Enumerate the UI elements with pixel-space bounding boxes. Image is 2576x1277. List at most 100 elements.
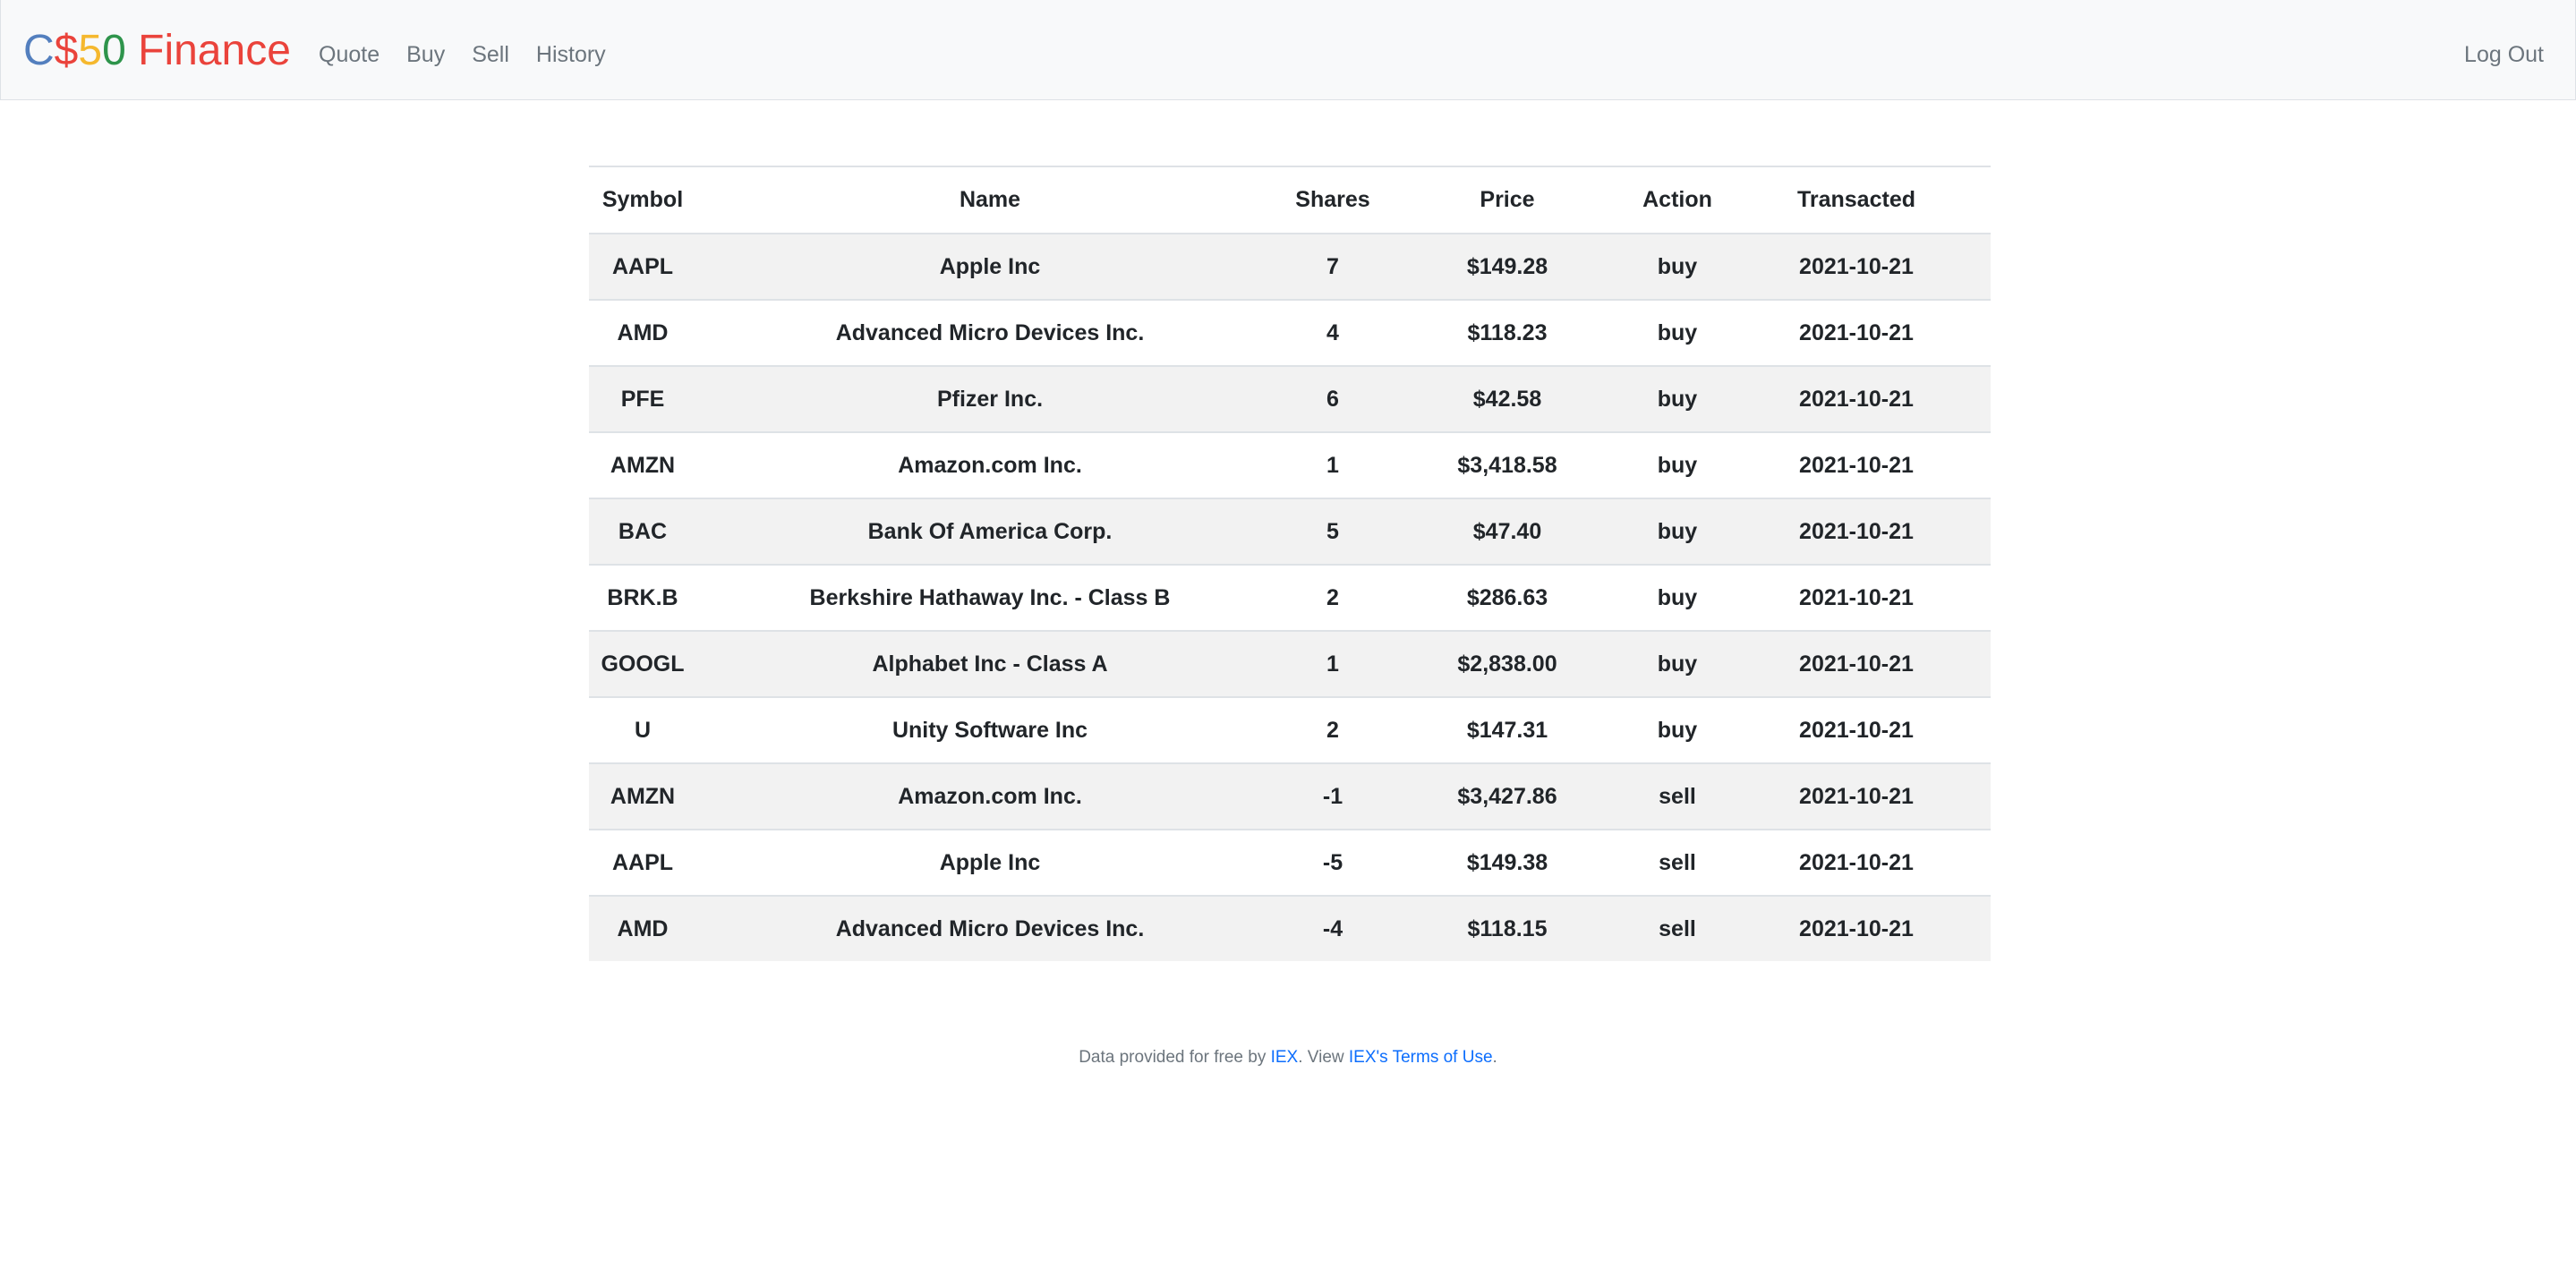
cell-price: $149.28 <box>1382 234 1633 301</box>
brand-part-finance: Finance <box>125 27 291 74</box>
footer: Data provided for free by IEX. View IEX'… <box>0 1045 2576 1070</box>
cell-symbol: AMD <box>589 300 696 367</box>
cell-price: $286.63 <box>1382 565 1633 632</box>
cell-name: Alphabet Inc - Class A <box>696 631 1284 698</box>
cell-transacted: 2021-10-21 <box>1722 565 1991 632</box>
cell-action: buy <box>1633 300 1722 367</box>
cell-price: $2,838.00 <box>1382 631 1633 698</box>
cell-action: buy <box>1633 498 1722 566</box>
cell-symbol: PFE <box>589 366 696 433</box>
cell-symbol: GOOGL <box>589 631 696 698</box>
cell-symbol: AMZN <box>589 432 696 499</box>
cell-symbol: AMZN <box>589 763 696 830</box>
cell-shares: 7 <box>1284 234 1382 301</box>
cell-action: buy <box>1633 432 1722 499</box>
cell-price: $118.15 <box>1382 896 1633 961</box>
cell-symbol: AMD <box>589 896 696 961</box>
table-row: AMD Advanced Micro Devices Inc. 4 $118.23 bu… <box>589 300 1991 367</box>
cell-transacted: 2021-10-21 <box>1722 366 1991 433</box>
cell-shares: 6 <box>1284 366 1382 433</box>
table-row: BRK.B Berkshire Hathaway Inc. - Class B 2 $… <box>589 565 1991 632</box>
cell-shares: -5 <box>1284 830 1382 897</box>
cell-price: $42.58 <box>1382 366 1633 433</box>
cell-symbol: AAPL <box>589 234 696 301</box>
iex-link[interactable]: IEX <box>1271 1048 1299 1067</box>
table-row: AMD Advanced Micro Devices Inc. -4 $118.15 s… <box>589 896 1991 961</box>
cell-action: sell <box>1633 830 1722 897</box>
brand-part-5: 5 <box>78 27 103 74</box>
cell-name: Pfizer Inc. <box>696 366 1284 433</box>
brand-part-dollar: $ <box>54 27 79 74</box>
cell-action: sell <box>1633 896 1722 961</box>
iex-terms-link[interactable]: IEX's Terms of Use <box>1349 1048 1493 1067</box>
cell-symbol: BRK.B <box>589 565 696 632</box>
cell-price: $3,427.86 <box>1382 763 1633 830</box>
table-row: BAC Bank Of America Corp. 5 $47.40 buy 2021-1… <box>589 498 1991 566</box>
brand-part-c: C <box>23 27 55 74</box>
nav-link-quote[interactable]: Quote <box>319 40 380 69</box>
cell-shares: 1 <box>1284 432 1382 499</box>
footer-middle: . View <box>1298 1048 1349 1067</box>
history-table-container: Symbol Name Shares Price Action Transact… <box>589 166 1991 961</box>
logout-link[interactable]: Log Out <box>2464 40 2544 69</box>
cell-action: buy <box>1633 697 1722 764</box>
nav-links: Quote Buy Sell History <box>319 40 633 69</box>
cell-shares: 2 <box>1284 697 1382 764</box>
footer-suffix: . <box>1492 1048 1497 1067</box>
cell-transacted: 2021-10-21 <box>1722 631 1991 698</box>
table-header: Symbol Name Shares Price Action Transact… <box>589 166 1991 234</box>
cell-name: Amazon.com Inc. <box>696 763 1284 830</box>
top-navbar: C$50 Finance Quote Buy Sell History Log … <box>0 0 2576 100</box>
nav-link-sell[interactable]: Sell <box>472 40 509 69</box>
footer-prefix: Data provided for free by <box>1079 1048 1271 1067</box>
cell-price: $3,418.58 <box>1382 432 1633 499</box>
brand-logo[interactable]: C$50 Finance <box>23 25 291 77</box>
cell-name: Berkshire Hathaway Inc. - Class B <box>696 565 1284 632</box>
cell-shares: -1 <box>1284 763 1382 830</box>
table-row: AMZN Amazon.com Inc. 1 $3,418.58 buy 2021-10-… <box>589 432 1991 499</box>
nav-link-history[interactable]: History <box>536 40 606 69</box>
table-row: PFE Pfizer Inc. 6 $42.58 buy 2021-10-21 <box>589 366 1991 433</box>
cell-action: sell <box>1633 763 1722 830</box>
cell-price: $149.38 <box>1382 830 1633 897</box>
cell-transacted: 2021-10-21 <box>1722 234 1991 301</box>
cell-shares: 1 <box>1284 631 1382 698</box>
cell-name: Apple Inc <box>696 234 1284 301</box>
cell-transacted: 2021-10-21 <box>1722 896 1991 961</box>
cell-name: Bank Of America Corp. <box>696 498 1284 566</box>
cell-symbol: AAPL <box>589 830 696 897</box>
cell-shares: -4 <box>1284 896 1382 961</box>
cell-transacted: 2021-10-21 <box>1722 300 1991 367</box>
cell-action: buy <box>1633 366 1722 433</box>
table-header-row: Symbol Name Shares Price Action Transact… <box>589 166 1991 234</box>
header-price: Price <box>1382 166 1633 234</box>
table-row: AAPL Apple Inc 7 $149.28 buy 2021-10-21 <box>589 234 1991 301</box>
cell-name: Advanced Micro Devices Inc. <box>696 300 1284 367</box>
table-row: U Unity Software Inc 2 $147.31 buy 2021-10-21 <box>589 697 1991 764</box>
cell-name: Unity Software Inc <box>696 697 1284 764</box>
brand-part-0: 0 <box>102 27 126 74</box>
cell-transacted: 2021-10-21 <box>1722 697 1991 764</box>
cell-price: $47.40 <box>1382 498 1633 566</box>
nav-link-buy[interactable]: Buy <box>406 40 445 69</box>
cell-shares: 5 <box>1284 498 1382 566</box>
cell-shares: 4 <box>1284 300 1382 367</box>
header-action: Action <box>1633 166 1722 234</box>
cell-transacted: 2021-10-21 <box>1722 763 1991 830</box>
cell-symbol: BAC <box>589 498 696 566</box>
cell-action: buy <box>1633 565 1722 632</box>
header-shares: Shares <box>1284 166 1382 234</box>
cell-price: $118.23 <box>1382 300 1633 367</box>
cell-transacted: 2021-10-21 <box>1722 432 1991 499</box>
table-row: AAPL Apple Inc -5 $149.38 sell 2021-10-21 <box>589 830 1991 897</box>
header-transacted: Transacted <box>1722 166 1991 234</box>
history-table: Symbol Name Shares Price Action Transact… <box>589 166 1991 961</box>
cell-name: Advanced Micro Devices Inc. <box>696 896 1284 961</box>
header-symbol: Symbol <box>589 166 696 234</box>
cell-transacted: 2021-10-21 <box>1722 498 1991 566</box>
cell-symbol: U <box>589 697 696 764</box>
header-name: Name <box>696 166 1284 234</box>
cell-shares: 2 <box>1284 565 1382 632</box>
cell-action: buy <box>1633 631 1722 698</box>
table-row: GOOGL Alphabet Inc - Class A 1 $2,838.00 buy… <box>589 631 1991 698</box>
